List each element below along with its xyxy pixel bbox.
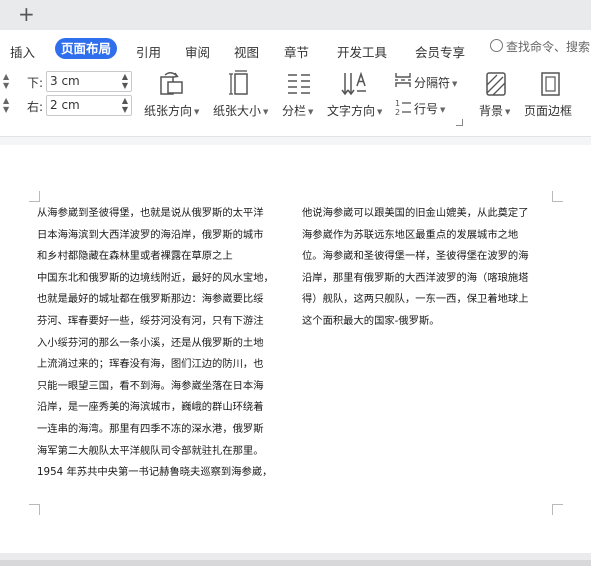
text-line: 位。海参崴和圣彼得堡一样，圣彼得堡在波罗的海 [302, 250, 529, 263]
margin-right-stepper[interactable]: ▲ ▼ [122, 96, 128, 114]
text-line: 芬河、珲春要好一些，绥芬河没有河，只有下游注 [37, 314, 264, 327]
margin-corner-bottom-right [552, 504, 563, 515]
text-direction-icon [341, 71, 366, 96]
margin-bottom-value: 3 cm [50, 74, 80, 88]
text-direction-dropdown-icon: ▼ [377, 108, 383, 116]
orientation-icon [160, 72, 183, 95]
margin-corner-bottom-left [29, 504, 40, 515]
line-numbers-label: 行号 [414, 102, 439, 116]
search-placeholder: 查找命令、搜索 [506, 40, 591, 54]
paper-size-label: 纸张大小 [213, 104, 262, 118]
ribbon-divider [0, 136, 591, 145]
text-line: 从海参崴到圣彼得堡，也就是说从俄罗斯的太平洋 [37, 207, 264, 219]
text-line: 海参崴作为苏联远东地区最重点的发展城市之地 [302, 228, 519, 241]
breaks-dropdown-icon: ▼ [452, 80, 458, 88]
document-page[interactable]: 从海参崴到圣彼得堡，也就是说从俄罗斯的太平洋 日本海海滨到大西洋波罗的海沿岸，俄… [0, 145, 591, 553]
background-dropdown-icon: ▼ [505, 108, 511, 116]
orientation-button[interactable]: 纸张方向 ▼ [140, 68, 202, 124]
text-line: 沿岸，那里有俄罗斯的大西洋波罗的海（喀琅施塔 [302, 271, 529, 284]
page-setup-launcher-icon[interactable] [456, 119, 463, 126]
menu-insert[interactable]: 插入 [10, 42, 35, 61]
text-line: 这个面积最大的国家-俄罗斯。 [302, 314, 440, 327]
margin-left-edge-arrows-2[interactable]: ▲ ▼ [3, 96, 9, 114]
text-line: 海军第二大舰队太平洋舰队司令部就驻扎在那里。 [37, 444, 264, 457]
margin-right-input[interactable]: 2 cm ▲ ▼ [46, 95, 132, 116]
menu-review[interactable]: 审阅 [185, 42, 210, 61]
line-numbers-dropdown-icon: ▼ [440, 106, 446, 114]
command-search[interactable]: 查找命令、搜索 [490, 38, 590, 55]
menu-developer-tools[interactable]: 开发工具 [337, 42, 387, 61]
new-tab-button[interactable]: + [18, 3, 35, 25]
text-line: 中国东北和俄罗斯的边境线附近，最好的风水宝地， [37, 271, 274, 284]
search-icon [490, 39, 503, 52]
columns-button[interactable]: 分栏 ▼ [278, 68, 320, 124]
menu-page-layout-label: 页面布局 [60, 41, 111, 56]
background-icon [486, 72, 506, 96]
breaks-label: 分隔符 [414, 76, 451, 90]
margin-corner-top-left [29, 191, 40, 202]
line-numbers-button[interactable]: 1 2 行号 ▼ [392, 96, 460, 118]
text-line: 也就是最好的城址都在俄罗斯那边：海参崴要比绥 [37, 293, 264, 306]
paper-size-button[interactable]: 纸张大小 ▼ [210, 68, 272, 124]
text-line: 一连串的海湾。那里有四季不冻的深水港，俄罗斯 [37, 422, 264, 435]
breaks-button[interactable]: 分隔符 ▼ [392, 70, 460, 92]
columns-icon [288, 74, 310, 94]
margin-corner-top-right [552, 191, 563, 202]
text-line: 沿岸，是一座秀美的海滨城市，巍峨的群山环绕着 [37, 401, 264, 414]
margin-bottom-stepper[interactable]: ▲ ▼ [122, 72, 128, 90]
text-direction-button[interactable]: 文字方向 ▼ [324, 68, 384, 124]
page-border-icon [541, 72, 560, 96]
paper-size-icon [229, 70, 248, 95]
svg-text:1: 1 [395, 99, 400, 108]
text-line: 日本海海滨到大西洋波罗的海沿岸，俄罗斯的城市 [37, 228, 264, 241]
orientation-dropdown-icon: ▼ [194, 108, 200, 116]
margin-right-label: 右: [27, 100, 44, 114]
menu-member[interactable]: 会员专享 [415, 42, 465, 61]
background-label: 背景 [479, 104, 504, 118]
columns-label: 分栏 [282, 104, 307, 118]
text-column-left[interactable]: 从海参崴到圣彼得堡，也就是说从俄罗斯的太平洋 日本海海滨到大西洋波罗的海沿岸，俄… [37, 203, 274, 484]
text-line: 和乡村都隐藏在森林里或者裸露在草原之上 [37, 250, 233, 263]
text-line: 得）舰队，这两只舰队，一东一西，保卫着地球上 [302, 293, 529, 306]
document-area[interactable]: 从海参崴到圣彼得堡，也就是说从俄罗斯的太平洋 日本海海滨到大西洋波罗的海沿岸，俄… [0, 145, 591, 566]
text-line: 上流淌过来的；珲春没有海，图们江边的防川，也 [37, 358, 264, 371]
margin-bottom-input[interactable]: 3 cm ▲ ▼ [46, 71, 132, 92]
background-button[interactable]: 背景 ▼ [474, 68, 520, 124]
menu-page-layout[interactable]: 页面布局 [55, 38, 117, 59]
paper-size-dropdown-icon: ▼ [263, 108, 269, 116]
text-line: 他说海参崴可以跟美国的旧金山媲美，从此奠定了 [302, 207, 529, 219]
horizontal-scrollbar[interactable] [0, 560, 591, 566]
margin-left-edge-arrows[interactable]: ▲ ▼ [3, 72, 9, 90]
tab-strip: + [0, 0, 591, 30]
text-line: 1954 年苏共中央第一书记赫鲁晓夫巡察到海参崴， [37, 466, 273, 479]
menu-references[interactable]: 引用 [136, 42, 161, 61]
breaks-icon [395, 73, 411, 87]
text-column-right[interactable]: 他说海参崴可以跟美国的旧金山媲美，从此奠定了 海参崴作为苏联远东地区最重点的发展… [302, 203, 529, 333]
text-line: 只能一眼望三国，看不到海。海参崴坐落在日本海 [37, 379, 264, 392]
text-direction-label: 文字方向 [327, 104, 376, 118]
columns-dropdown-icon: ▼ [308, 108, 314, 116]
margin-bottom-label: 下: [27, 76, 44, 90]
page-border-label: 页面边框 [524, 104, 573, 118]
menu-view[interactable]: 视图 [234, 42, 259, 61]
margin-right-value: 2 cm [50, 98, 80, 112]
svg-text:2: 2 [395, 108, 400, 116]
page-border-button[interactable]: 页面边框 [524, 68, 584, 124]
orientation-label: 纸张方向 [144, 104, 193, 118]
text-line: 入小绥芬河的那么一条小溪，还是从俄罗斯的土地 [37, 336, 264, 349]
menu-chapter[interactable]: 章节 [284, 42, 309, 61]
line-numbers-icon: 1 2 [395, 99, 411, 116]
